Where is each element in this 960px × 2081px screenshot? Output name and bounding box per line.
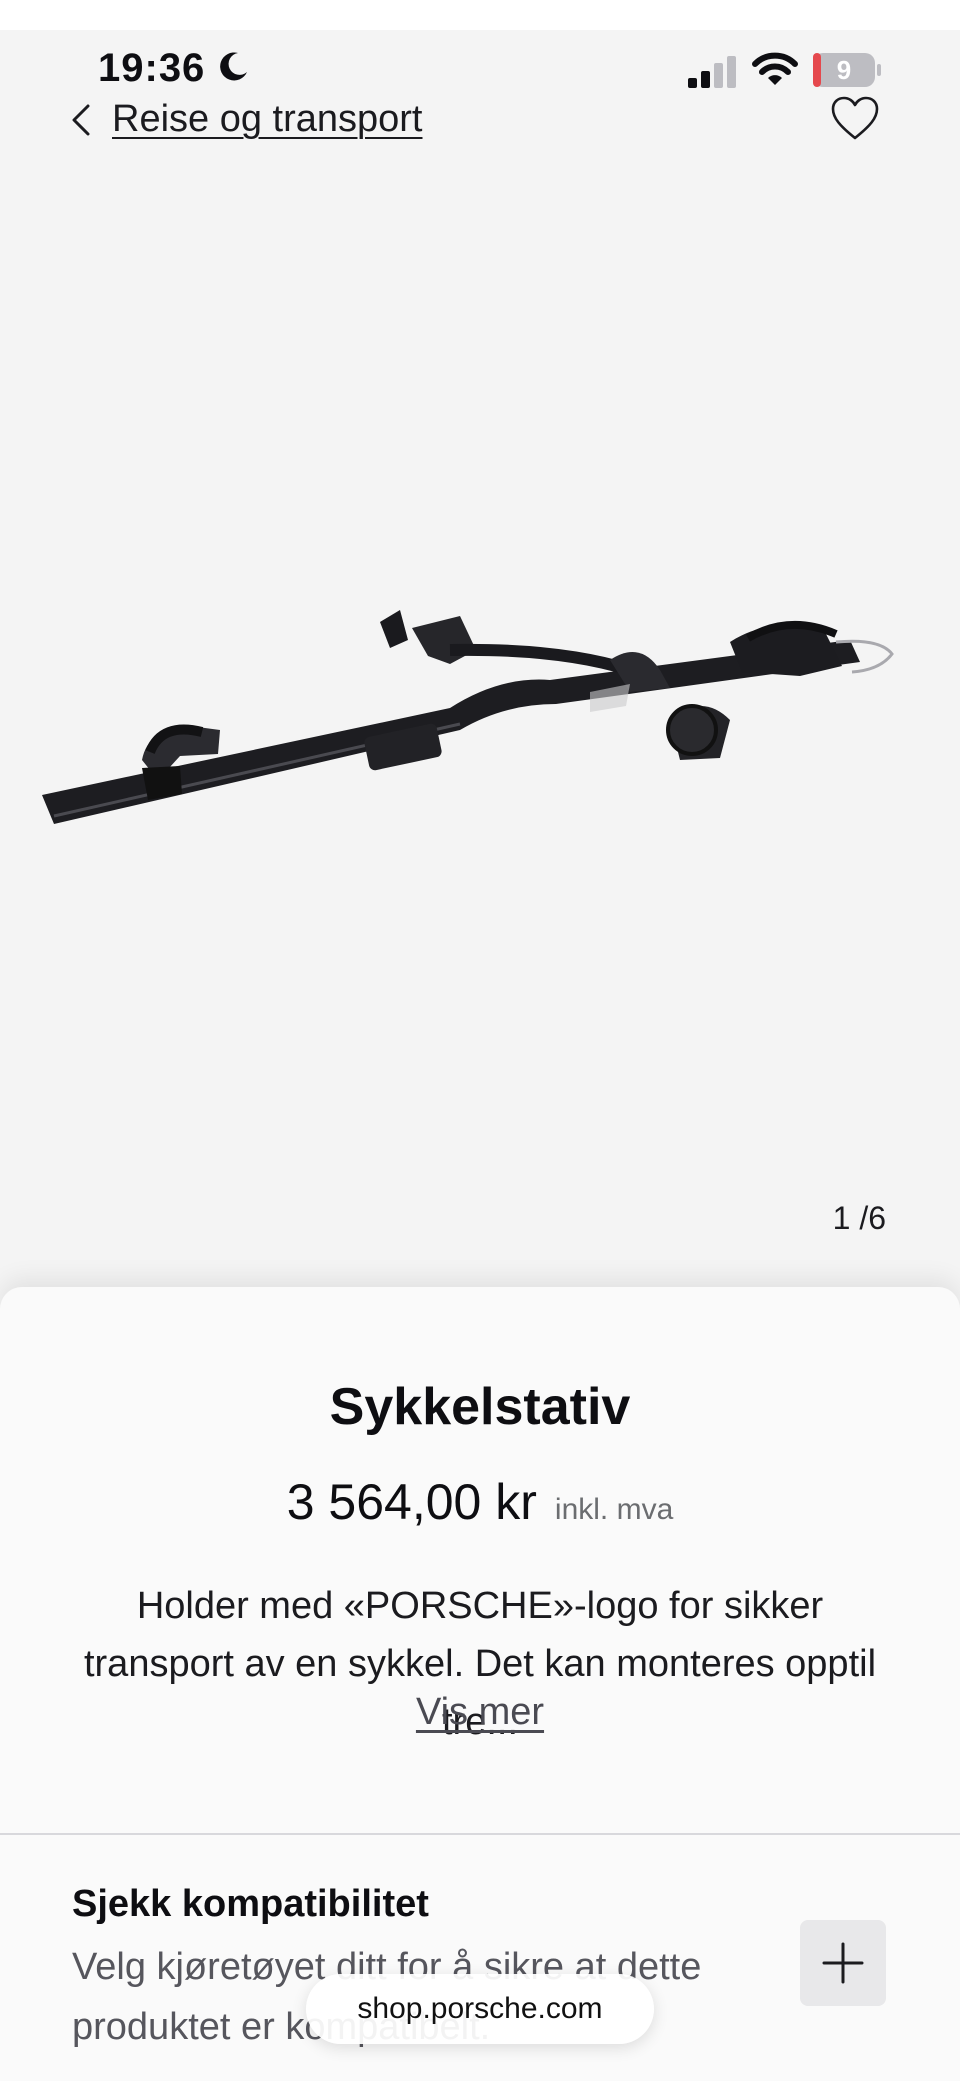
chevron-left-icon[interactable] [68,102,94,138]
wifi-icon [752,52,798,85]
breadcrumb-link[interactable]: Reise og transport [112,98,423,141]
image-counter: 1 /6 [832,1200,886,1236]
heart-icon[interactable] [830,96,880,142]
signal-icon [688,56,736,88]
vat-note: inkl. mva [554,1493,674,1526]
moon-icon [220,52,247,81]
browser-url-bar[interactable]: shop.porsche.com [306,1974,654,2044]
top-strip [0,0,960,30]
divider [0,1833,960,1835]
compatibility-title: Sjekk kompatibilitet [72,1883,429,1925]
compatibility-expand-button[interactable] [800,1920,886,2006]
plus-icon [822,1942,864,1984]
price-row: 3 564,00 kr inkl. mva [0,1473,960,1531]
product-price: 3 564,00 kr [286,1474,537,1530]
top-navigation: Reise og transport [0,90,960,150]
product-details-card: Sykkelstativ 3 564,00 kr inkl. mva Holder… [0,1287,960,2081]
clock: 19:36 [98,46,206,90]
product-image-bike-rack[interactable] [30,580,910,910]
product-gallery[interactable]: 1 /6 [0,150,960,1280]
show-more-link[interactable]: Vis mer [0,1691,960,1734]
product-title: Sykkelstativ [329,1378,631,1436]
battery-level: 9 [836,55,852,85]
